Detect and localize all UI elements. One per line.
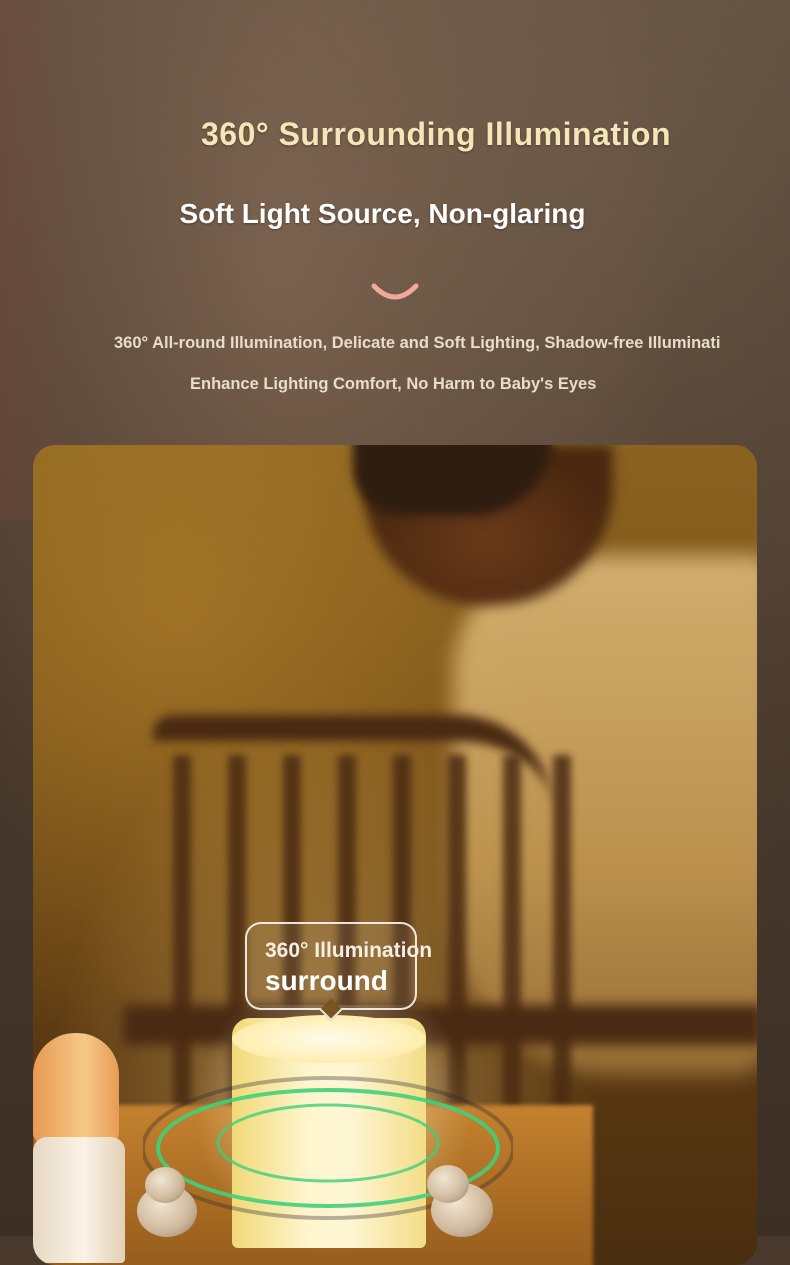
page-title: 360° Surrounding Illumination [201, 116, 671, 152]
product-photo: 360° Illumination surround [33, 445, 757, 1265]
smile-icon [371, 283, 419, 300]
bottle-cap [33, 1033, 119, 1143]
baby-bottle [33, 1033, 125, 1263]
callout-line-2: surround [265, 965, 388, 996]
cat-figurine-right [427, 1161, 497, 1237]
wall-shade [0, 0, 80, 520]
page-subtitle: Soft Light Source, Non-glaring [179, 198, 586, 229]
callout-line-1: 360° Illumination [265, 939, 433, 962]
description-line-1: 360° All-round Illumination, Delicate an… [114, 334, 721, 352]
cat-figurine-left [137, 1167, 201, 1237]
description-line-2: Enhance Lighting Comfort, No Harm to Bab… [190, 375, 597, 393]
bottle-body [33, 1137, 125, 1263]
lamp-top [232, 1015, 426, 1063]
